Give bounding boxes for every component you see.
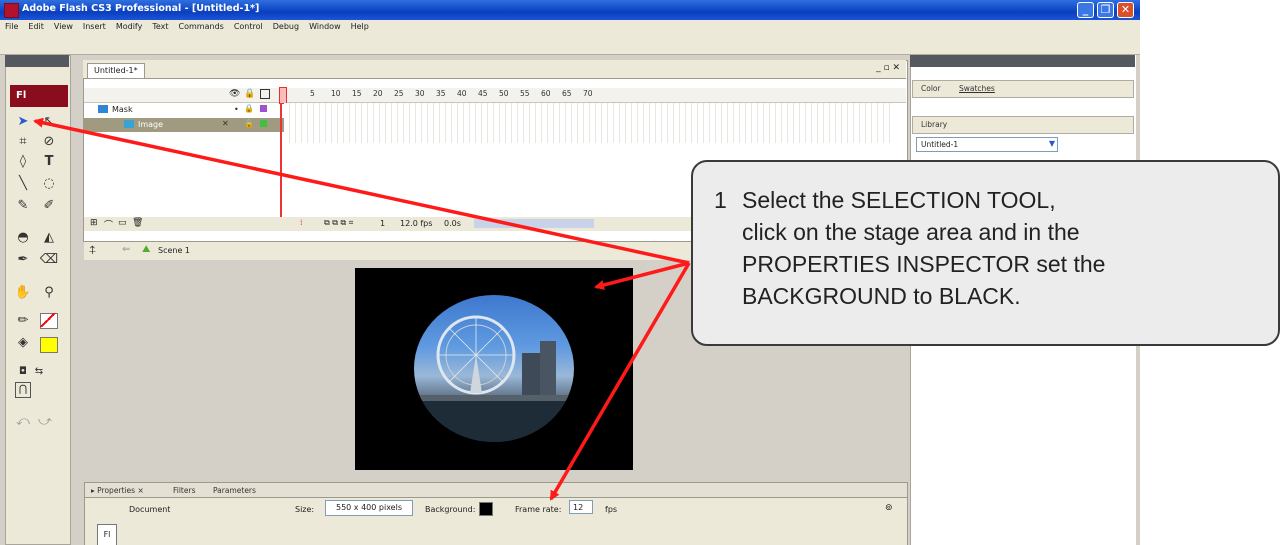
annotation-arrows xyxy=(33,117,691,501)
arrow-to-selection-tool xyxy=(33,117,690,265)
arrow-to-background xyxy=(549,262,691,501)
